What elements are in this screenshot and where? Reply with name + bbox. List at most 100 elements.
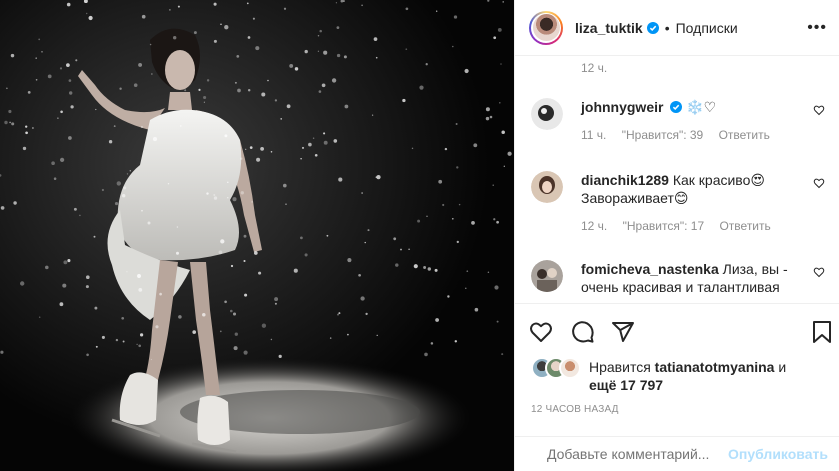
- snow-particle: [318, 90, 322, 93]
- snow-particle: [59, 67, 63, 70]
- like-heart-icon[interactable]: [529, 320, 553, 344]
- snow-particle: [438, 179, 443, 184]
- snow-particle: [347, 333, 349, 336]
- snow-particle: [331, 78, 337, 83]
- author-username[interactable]: liza_tuktik: [575, 20, 643, 36]
- snow-particle: [293, 268, 298, 273]
- snow-particle: [300, 236, 303, 240]
- comment-time: 11 ч.: [581, 128, 607, 142]
- bookmark-icon[interactable]: [810, 320, 834, 344]
- snow-particle: [138, 344, 142, 348]
- commenter-avatar[interactable]: [531, 171, 563, 203]
- snow-particle: [258, 271, 262, 275]
- snow-particle: [333, 139, 338, 143]
- snow-particle: [474, 307, 479, 312]
- snow-particle: [177, 5, 180, 8]
- snow-particle: [10, 53, 15, 58]
- snow-particle: [502, 1, 504, 3]
- snow-particle: [244, 293, 248, 297]
- comment-body: fomicheva_nastenka Лиза, вы - очень крас…: [581, 260, 827, 296]
- author-avatar[interactable]: [529, 10, 563, 45]
- post-photo[interactable]: [0, 0, 514, 471]
- snow-particle: [38, 38, 41, 41]
- instagram-post: liza_tuktik • Подписки ••• 12 ч. johnnyg…: [0, 0, 839, 471]
- snow-particle: [435, 318, 439, 322]
- share-icon[interactable]: [611, 320, 635, 344]
- liker-username[interactable]: tatianatotmyanina: [655, 359, 775, 375]
- snow-particle: [308, 142, 312, 147]
- snow-particle: [267, 79, 269, 82]
- snow-particle: [239, 157, 243, 160]
- snow-particle: [150, 358, 153, 361]
- comment-input[interactable]: [547, 446, 728, 462]
- snow-particle: [31, 127, 34, 129]
- commenter-avatar[interactable]: [531, 98, 563, 130]
- snow-particle: [243, 234, 247, 238]
- snow-particle: [247, 88, 251, 92]
- comment-like-heart-icon[interactable]: [813, 266, 825, 278]
- snow-particle: [365, 312, 368, 316]
- commenter-avatar[interactable]: [531, 260, 563, 292]
- comment-likes[interactable]: "Нравится": 17: [623, 219, 705, 233]
- snow-particle: [45, 265, 49, 270]
- verified-badge-icon: [670, 101, 683, 113]
- snow-particle: [393, 237, 397, 241]
- snow-particle: [213, 194, 216, 196]
- snow-particle: [252, 17, 255, 20]
- comment-like-heart-icon[interactable]: [813, 177, 825, 189]
- snow-particle: [66, 63, 70, 67]
- snow-particle: [323, 50, 328, 55]
- snow-particle: [159, 292, 162, 296]
- publish-button[interactable]: Опубликовать: [728, 446, 828, 462]
- comments-list[interactable]: 12 ч. johnnygweir ❄️♡ 11 ч. "Нравится": …: [515, 57, 839, 303]
- post-photo-image: [0, 0, 514, 471]
- snow-particle: [116, 181, 121, 186]
- snow-particle: [234, 332, 238, 336]
- snow-particle: [456, 166, 459, 169]
- snow-particle: [94, 306, 98, 310]
- snow-particle: [417, 219, 421, 223]
- snow-particle: [261, 92, 266, 97]
- comment-username[interactable]: dianchik1289: [581, 172, 669, 188]
- reply-button[interactable]: Ответить: [719, 219, 770, 233]
- snow-particle: [489, 115, 493, 119]
- snow-particle: [25, 125, 28, 128]
- add-comment-bar: Опубликовать: [515, 436, 839, 471]
- snow-particle: [101, 335, 105, 339]
- comment-like-heart-icon[interactable]: [813, 104, 825, 116]
- snow-particle: [492, 184, 494, 186]
- likers-avatars[interactable]: [531, 357, 591, 379]
- snow-particle: [138, 288, 143, 292]
- more-options-button[interactable]: •••: [807, 19, 827, 37]
- snow-particle: [126, 173, 129, 175]
- comment-username[interactable]: johnnygweir: [581, 99, 663, 115]
- comment-likes[interactable]: "Нравится": 39: [622, 128, 704, 142]
- snow-particle: [294, 67, 299, 71]
- header-separator: •: [664, 19, 670, 36]
- caption-timestamp: 12 ч.: [581, 61, 608, 75]
- snow-particle: [424, 352, 428, 357]
- snow-particle: [436, 10, 438, 12]
- snow-particle: [140, 125, 144, 129]
- following-button[interactable]: Подписки: [676, 20, 738, 36]
- comment-icon[interactable]: [571, 320, 595, 344]
- comment-username[interactable]: fomicheva_nastenka: [581, 261, 719, 277]
- post-timestamp[interactable]: 12 ЧАСОВ НАЗАД: [531, 404, 619, 415]
- snow-particle: [270, 151, 273, 153]
- snow-particle: [286, 104, 291, 109]
- snow-particle: [300, 158, 302, 160]
- likes-count[interactable]: ещё 17 797: [589, 377, 663, 393]
- snow-particle: [67, 259, 71, 263]
- snow-particle: [507, 151, 512, 156]
- snow-particle: [454, 340, 458, 343]
- snow-particle: [283, 7, 287, 10]
- snow-particle: [251, 201, 253, 203]
- snow-particle: [192, 330, 197, 334]
- snow-particle: [336, 26, 340, 29]
- snow-particle: [336, 53, 341, 58]
- reply-button[interactable]: Ответить: [719, 128, 770, 142]
- snow-particle: [301, 146, 305, 149]
- snow-particle: [501, 130, 505, 134]
- snow-particle: [451, 217, 454, 220]
- snow-particle: [471, 221, 475, 225]
